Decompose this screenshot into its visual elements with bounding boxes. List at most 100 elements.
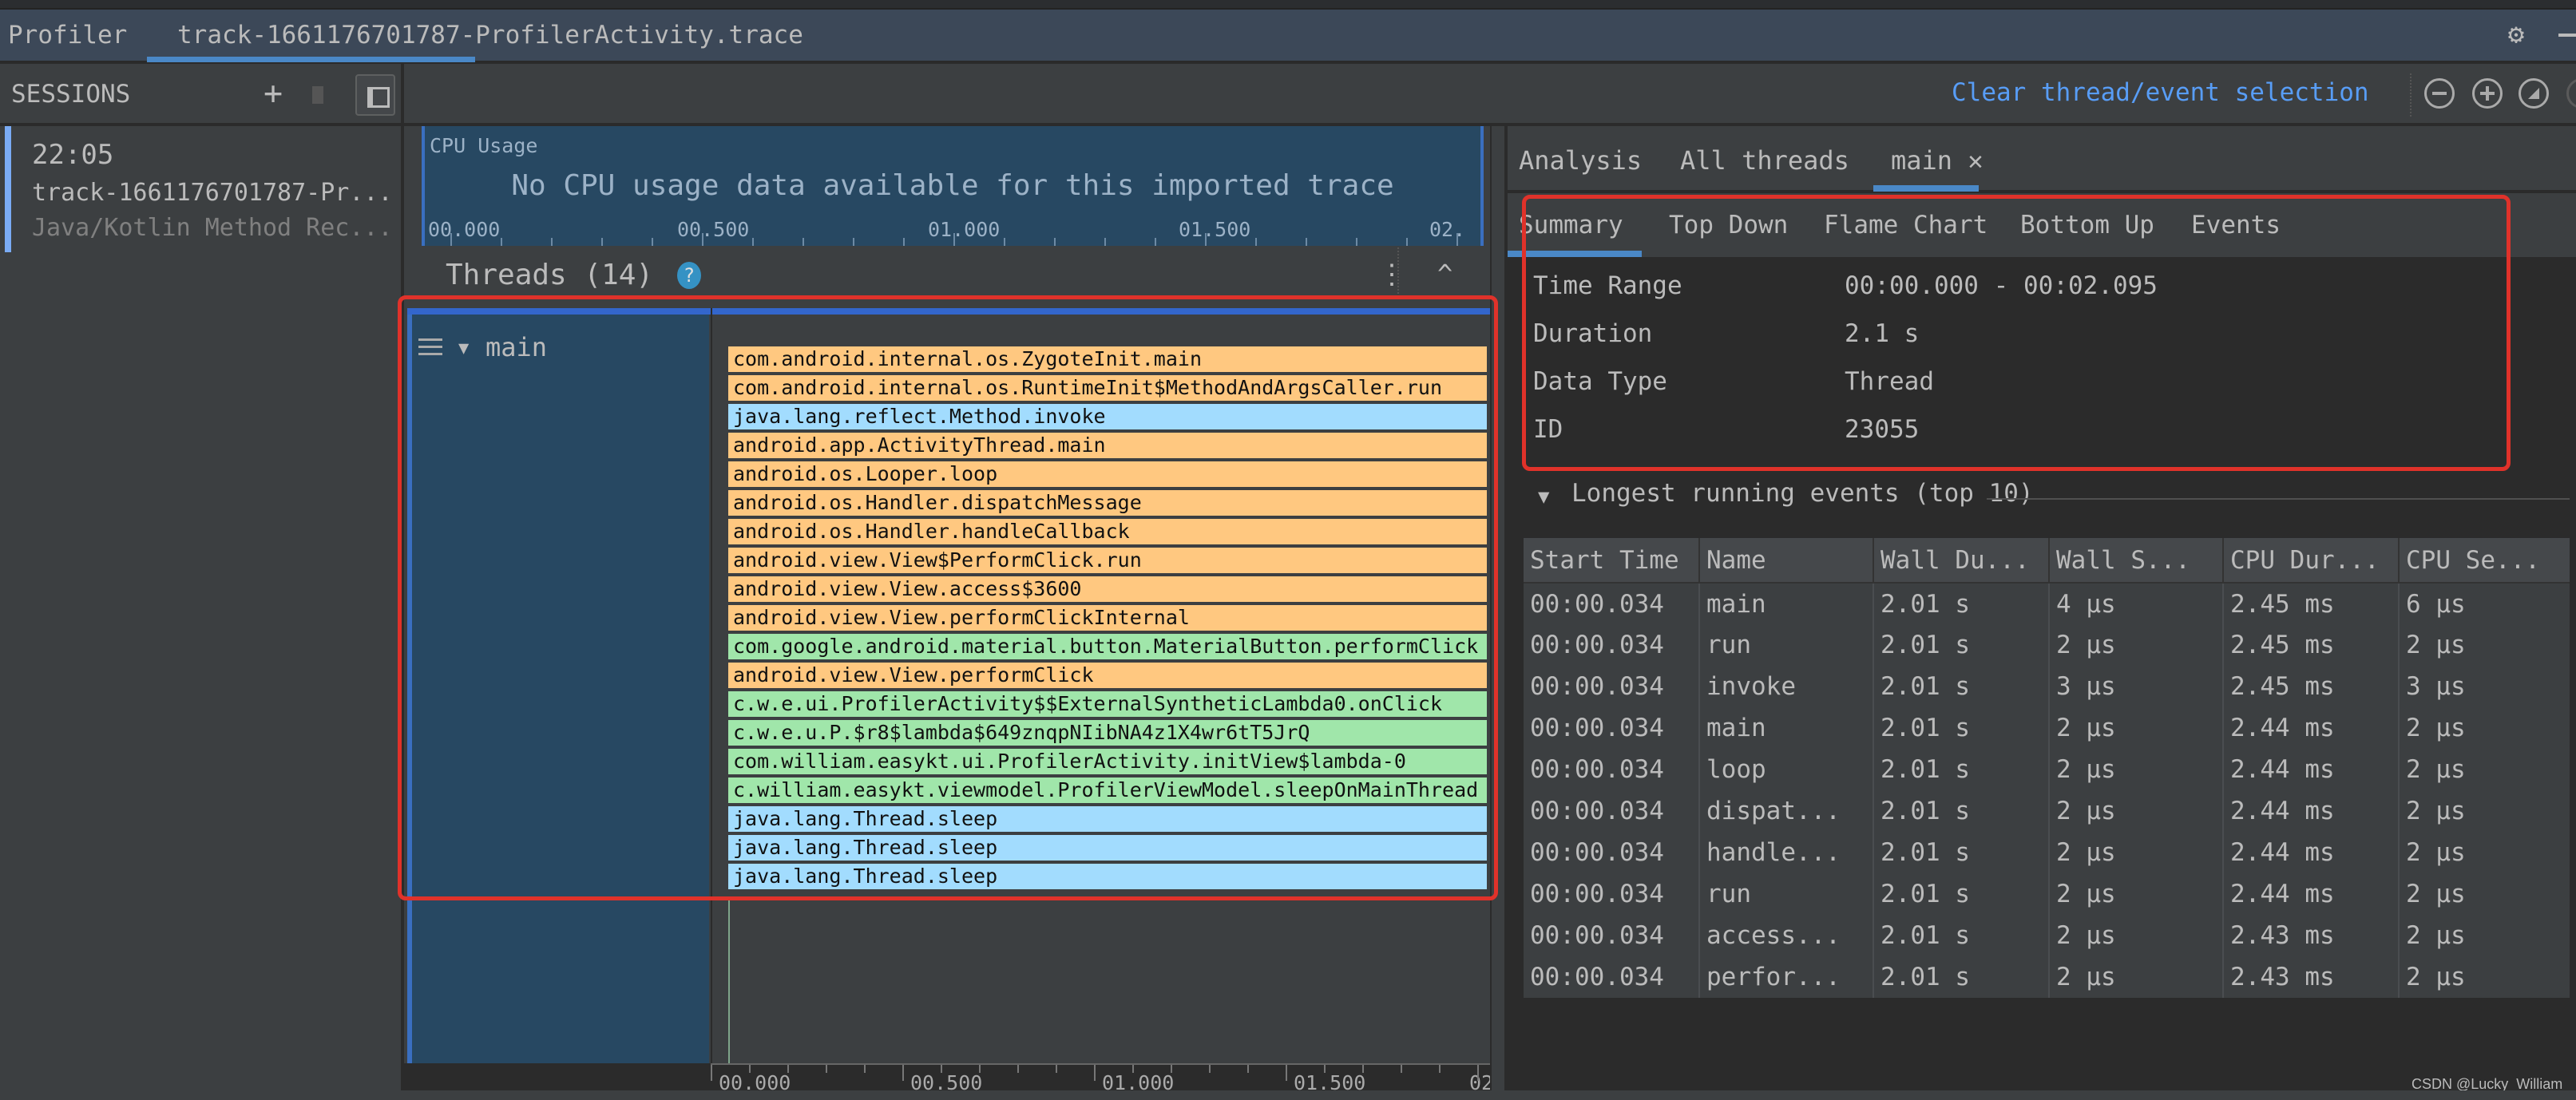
add-session-button[interactable]: + bbox=[264, 75, 283, 112]
expand-caret-icon[interactable]: ▼ bbox=[1538, 485, 1549, 508]
table-row[interactable]: 00:00.034 invoke 2.01 s3 μs 2.45 ms 3 μs bbox=[1524, 666, 2570, 707]
call-chart-frame[interactable]: com.google.android.material.button.Mater… bbox=[728, 634, 1487, 661]
subtab-top-down[interactable]: Top Down bbox=[1669, 211, 1788, 239]
frame-selection-icon[interactable] bbox=[2566, 78, 2576, 109]
table-row[interactable]: 00:00.034 loop 2.01 s2 μs 2.44 ms 2 μs bbox=[1524, 749, 2570, 790]
timeline-axis-tick bbox=[979, 1065, 981, 1073]
thread-row-main[interactable]: ▼ main bbox=[407, 308, 714, 1063]
call-chart-frame[interactable]: c.william.easykt.viewmodel.ProfilerViewM… bbox=[728, 778, 1487, 805]
tab-analysis[interactable]: Analysis bbox=[1519, 145, 1642, 176]
column-header[interactable]: Wall S... bbox=[2049, 538, 2224, 584]
table-row[interactable]: 00:00.034 run 2.01 s2 μs 2.45 ms 2 μs bbox=[1524, 624, 2570, 666]
subtab-bottom-up[interactable]: Bottom Up bbox=[2020, 211, 2154, 239]
longest-events-table: Start Time Name Wall Du... Wall S... CPU Dur… bbox=[1524, 538, 2570, 998]
table-row[interactable]: 00:00.034 access... 2.01 s2 μs 2.43 ms 2 μs bbox=[1524, 915, 2570, 956]
timeline-axis-tick bbox=[1362, 1065, 1364, 1073]
call-chart-frame[interactable]: com.william.easykt.ui.ProfilerActivity.i… bbox=[728, 749, 1487, 776]
call-chart-frame[interactable]: c.w.e.u.P.$r8$lambda$649znqpNIibNA4z1X4w… bbox=[728, 720, 1487, 747]
table-cell: 00:00.034 bbox=[1524, 707, 1700, 749]
table-row[interactable]: 00:00.034 run 2.01 s2 μs 2.44 ms 2 μs bbox=[1524, 873, 2570, 915]
tab-trace-file[interactable]: track-1661176701787-ProfilerActivity.tra… bbox=[73, 10, 845, 62]
table-cell: 2 μs bbox=[2406, 963, 2466, 991]
table-cell: 2 μs bbox=[2406, 714, 2466, 742]
call-chart-frame[interactable]: android.view.View.performClickInternal bbox=[728, 605, 1487, 632]
table-cell: 2 μs bbox=[2049, 832, 2224, 873]
table-cell: 2.45 ms bbox=[2223, 624, 2400, 666]
table-cell: 2.44 ms bbox=[2223, 749, 2400, 790]
call-chart[interactable]: com.android.internal.os.ZygoteInit.main c… bbox=[711, 308, 1492, 1063]
cpu-axis-tick bbox=[450, 233, 452, 246]
tab-main[interactable]: main ✕ bbox=[1891, 145, 1984, 176]
reset-zoom-icon[interactable] bbox=[2519, 78, 2549, 109]
call-chart-frame[interactable]: java.lang.Thread.sleep bbox=[728, 806, 1487, 833]
table-cell: 2.01 s bbox=[1873, 624, 2050, 666]
table-row[interactable]: 00:00.034 handle... 2.01 s2 μs 2.44 ms 2 μs bbox=[1524, 832, 2570, 873]
timeline-axis-tick bbox=[1324, 1065, 1326, 1073]
summary-row-duration: Duration 2.1 s bbox=[1533, 319, 1919, 348]
call-chart-frame[interactable]: android.view.View.performClick bbox=[728, 663, 1487, 690]
column-header[interactable]: Name bbox=[1699, 538, 1874, 584]
table-cell: 2.01 s bbox=[1873, 790, 2050, 832]
summary-value: Thread bbox=[1845, 367, 1934, 396]
toggle-sessions-panel-button[interactable] bbox=[355, 74, 395, 116]
zoom-out-icon[interactable] bbox=[2424, 78, 2455, 109]
call-chart-frame[interactable]: android.os.Handler.dispatchMessage bbox=[728, 490, 1487, 517]
call-chart-frame[interactable]: com.android.internal.os.ZygoteInit.main bbox=[728, 346, 1487, 374]
tab-trace-file-label: track-1661176701787-ProfilerActivity.tra… bbox=[177, 21, 803, 49]
help-icon[interactable]: ? bbox=[677, 262, 701, 289]
call-chart-selected-bar bbox=[712, 308, 1492, 315]
column-header[interactable]: CPU Se... bbox=[2399, 538, 2570, 584]
minimize-icon[interactable] bbox=[2558, 34, 2576, 37]
column-header[interactable]: CPU Dur... bbox=[2223, 538, 2400, 584]
table-cell: 2 μs bbox=[2406, 631, 2466, 659]
session-time: 22:05 bbox=[32, 139, 114, 171]
table-row[interactable]: 00:00.034 perfor... 2.01 s2 μs 2.43 ms 2 μs bbox=[1524, 956, 2570, 998]
longest-running-header[interactable]: ▼ Longest running events (top 10) bbox=[1508, 477, 2576, 517]
stop-session-button[interactable] bbox=[312, 86, 323, 104]
call-chart-frame[interactable]: com.android.internal.os.RuntimeInit$Meth… bbox=[728, 375, 1487, 402]
table-cell: 2 μs bbox=[2406, 880, 2466, 908]
cpu-axis-tick bbox=[1456, 233, 1458, 246]
active-tab-indicator bbox=[1873, 185, 1979, 192]
table-row[interactable]: 00:00.034 dispat... 2.01 s2 μs 2.44 ms 2 μs bbox=[1524, 790, 2570, 832]
collapse-threads-icon[interactable]: ^ bbox=[1437, 259, 1452, 289]
session-item[interactable]: 22:05 track-1661176701787-Pr... Java/Kot… bbox=[5, 126, 401, 252]
subtab-summary[interactable]: Summary bbox=[1519, 211, 1623, 239]
session-selected-indicator bbox=[5, 126, 11, 252]
more-options-icon[interactable]: ⋮ bbox=[1378, 259, 1405, 291]
table-row[interactable]: 00:00.034 main 2.01 s4 μs 2.45 ms 6 μs bbox=[1524, 583, 2570, 624]
call-chart-frame[interactable]: android.os.Handler.handleCallback bbox=[728, 519, 1487, 546]
call-chart-frame[interactable]: java.lang.reflect.Method.invoke bbox=[728, 404, 1487, 431]
cpu-axis-tick bbox=[1054, 238, 1056, 246]
threads-header-separator bbox=[1397, 247, 1399, 297]
panel-splitter[interactable] bbox=[1490, 126, 1506, 1100]
zoom-in-icon[interactable] bbox=[2472, 78, 2503, 109]
table-cell: 2 μs bbox=[2049, 790, 2224, 832]
subtab-events[interactable]: Events bbox=[2191, 211, 2281, 239]
cpu-usage-track[interactable]: CPU Usage No CPU usage data available fo… bbox=[422, 126, 1484, 246]
gear-icon[interactable]: ⚙ bbox=[2503, 21, 2530, 48]
expand-caret-icon[interactable]: ▼ bbox=[458, 338, 469, 358]
column-header[interactable]: Wall Du... bbox=[1873, 538, 2050, 584]
tab-all-threads[interactable]: All threads bbox=[1680, 145, 1849, 176]
call-chart-frame[interactable]: android.app.ActivityThread.main bbox=[728, 433, 1487, 460]
thread-name: main bbox=[485, 332, 548, 362]
call-chart-frame[interactable]: android.view.View$PerformClick.run bbox=[728, 548, 1487, 575]
timeline-axis-tick bbox=[1401, 1065, 1402, 1073]
drag-handle-icon[interactable] bbox=[418, 338, 442, 359]
clear-selection-link[interactable]: Clear thread/event selection bbox=[1952, 78, 2369, 107]
table-cell: handle... bbox=[1699, 832, 1874, 873]
table-cell: 2.43 ms bbox=[2223, 956, 2400, 998]
call-chart-frame[interactable]: java.lang.Thread.sleep bbox=[728, 835, 1487, 862]
threads-title: Threads (14) bbox=[446, 259, 654, 291]
column-header[interactable]: Start Time bbox=[1524, 538, 1700, 584]
table-row[interactable]: 00:00.034 main 2.01 s2 μs 2.44 ms 2 μs bbox=[1524, 707, 2570, 749]
subtab-flame-chart[interactable]: Flame Chart bbox=[1824, 211, 1987, 239]
cpu-usage-section: CPU Usage No CPU usage data available fo… bbox=[404, 126, 1490, 247]
call-chart-frame[interactable]: java.lang.Thread.sleep bbox=[728, 864, 1487, 891]
table-cell: 2.01 s bbox=[1873, 707, 2050, 749]
call-chart-frame[interactable]: android.os.Looper.loop bbox=[728, 461, 1487, 489]
call-chart-frame[interactable]: c.w.e.ui.ProfilerActivity$$ExternalSynth… bbox=[728, 691, 1487, 718]
call-chart-frame[interactable]: android.view.View.access$3600 bbox=[728, 576, 1487, 603]
timeline-axis-tick bbox=[1017, 1065, 1019, 1073]
